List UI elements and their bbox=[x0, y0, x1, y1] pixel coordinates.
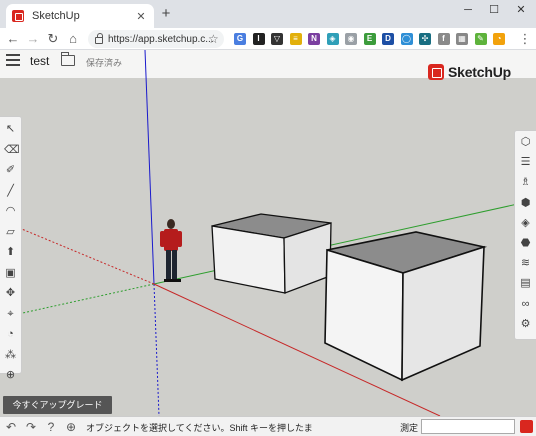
walk-tool-icon[interactable]: ⁂ bbox=[4, 349, 17, 362]
shield-ext-icon[interactable]: ◈ bbox=[326, 33, 339, 45]
upgrade-now-button[interactable]: 今すぐアップグレード bbox=[3, 396, 112, 414]
hamburger-menu-icon[interactable] bbox=[6, 54, 20, 68]
right-panel-toolbar: ⬡ ☰ ♗ ⬢ ◈ ⬣ ≋ ▤ ∞ ⚙ bbox=[514, 130, 536, 340]
small-box[interactable] bbox=[211, 213, 332, 294]
profile-avatar-icon[interactable]: ◔ bbox=[493, 33, 505, 45]
display-icon[interactable]: ∞ bbox=[519, 298, 532, 311]
facebook-ext-icon[interactable]: f bbox=[437, 33, 450, 45]
folder-icon[interactable] bbox=[60, 52, 75, 66]
browser-toolbar: ← → ↻ ⌂ https://app.sketchup.c... ☆ G I ▽ ≡… bbox=[0, 28, 536, 50]
keep-ext-icon[interactable]: ≡ bbox=[289, 33, 302, 45]
blue-axis bbox=[144, 50, 155, 285]
push-pull-tool-icon[interactable]: ⬆ bbox=[4, 246, 17, 259]
move-tool-icon[interactable]: ✥ bbox=[4, 287, 17, 300]
arc-tool-icon[interactable]: ◠ bbox=[4, 205, 17, 218]
browser-tab-bar: SketchUp ✕ + ─ ☐ ✕ bbox=[0, 0, 536, 28]
scenes-icon[interactable]: ▤ bbox=[519, 277, 532, 290]
sketchup-app: test 保存済み SketchUp ↖ ⌫ ✐ ╱ ◠ ▱ ⬆ ▣ ✥ ⌖ ◔ ⁂ ⊕ ⬡ ☰ ♗ ⬢ ◈ ⬣ ≋… bbox=[0, 50, 536, 436]
status-message: オブジェクトを選択してください。Shift キーを押したま bbox=[86, 423, 313, 433]
section-plane-tool-icon[interactable]: ⊕ bbox=[4, 369, 17, 382]
select-tool-icon[interactable]: ↖ bbox=[4, 123, 17, 136]
tab-title: SketchUp bbox=[32, 10, 80, 22]
materials-icon[interactable]: ◈ bbox=[519, 217, 532, 230]
back-button[interactable]: ← bbox=[4, 30, 22, 48]
sketchup-logo-icon bbox=[428, 64, 444, 80]
address-bar[interactable]: https://app.sketchup.c... bbox=[88, 30, 224, 48]
vpn-ext-icon[interactable]: ◯ bbox=[400, 33, 413, 45]
measurements-label: 測定 bbox=[400, 423, 419, 433]
layers-icon[interactable]: ≋ bbox=[519, 257, 532, 270]
status-bar: オブジェクトを選択してください。Shift キーを押したま 測定 ↶ ↷? ⊕ bbox=[0, 416, 536, 436]
reload-button[interactable]: ↻ bbox=[44, 30, 62, 48]
entity-info-icon[interactable]: ⬡ bbox=[519, 136, 532, 149]
sketchup-favicon-icon bbox=[12, 10, 24, 22]
browser-menu-icon[interactable]: ⋮ bbox=[516, 30, 534, 48]
tape-measure-tool-icon[interactable]: ⌖ bbox=[4, 308, 17, 321]
red-axis-negative bbox=[0, 219, 155, 285]
outliner-icon[interactable]: ☰ bbox=[519, 156, 532, 169]
saved-status: 保存済み bbox=[86, 58, 123, 68]
document-title[interactable]: test bbox=[30, 54, 49, 68]
new-tab-button[interactable]: + bbox=[157, 5, 175, 23]
sketchup-status-logo-icon bbox=[520, 420, 533, 433]
redo-icon[interactable]: ↷ bbox=[24, 420, 38, 434]
disconnect-ext-icon[interactable]: D bbox=[382, 33, 394, 45]
green-axis-negative bbox=[0, 283, 155, 319]
translate-ext-icon[interactable]: G bbox=[234, 33, 246, 45]
left-toolbar: ↖ ⌫ ✐ ╱ ◠ ▱ ⬆ ▣ ✥ ⌖ ◔ ⁂ ⊕ bbox=[0, 116, 22, 381]
evernote-ext-icon[interactable]: E bbox=[363, 33, 376, 45]
rectangle-tool-icon[interactable]: ▱ bbox=[4, 226, 17, 239]
tab-close-icon[interactable]: ✕ bbox=[134, 10, 148, 23]
globe-icon[interactable]: ⊕ bbox=[64, 420, 78, 434]
undo-icon[interactable]: ↶ bbox=[4, 420, 18, 434]
paint-bucket-tool-icon[interactable]: ✐ bbox=[4, 164, 17, 177]
bookmark-star-icon[interactable]: ☆ bbox=[208, 30, 222, 48]
instapaper-ext-icon[interactable]: I bbox=[252, 33, 265, 45]
offset-tool-icon[interactable]: ▣ bbox=[4, 267, 17, 280]
clover-ext-icon[interactable]: ✣ bbox=[419, 33, 431, 45]
3d-viewport[interactable] bbox=[0, 50, 536, 416]
help-icon[interactable]: ? bbox=[44, 420, 58, 434]
person-figure[interactable] bbox=[160, 219, 182, 282]
window-maximize-button[interactable]: ☐ bbox=[481, 0, 507, 20]
sketchup-logo-text: SketchUp bbox=[448, 64, 511, 80]
evernote-web-ext-icon[interactable]: ✎ bbox=[474, 33, 487, 45]
extension-warehouse-icon[interactable]: ⚙ bbox=[519, 318, 532, 331]
components-icon[interactable]: ⬢ bbox=[519, 197, 532, 210]
camera-ext-icon[interactable]: ◉ bbox=[345, 33, 357, 45]
measurements-input[interactable] bbox=[421, 419, 515, 434]
pocket-ext-icon[interactable]: ▽ bbox=[271, 33, 283, 45]
blue-axis-negative bbox=[153, 283, 160, 416]
line-tool-icon[interactable]: ╱ bbox=[4, 185, 17, 198]
window-close-button[interactable]: ✕ bbox=[508, 0, 534, 20]
grid-ext-icon[interactable]: ▦ bbox=[456, 33, 468, 45]
eraser-tool-icon[interactable]: ⌫ bbox=[4, 144, 20, 157]
large-box[interactable] bbox=[324, 231, 488, 382]
onenote-ext-icon[interactable]: N bbox=[308, 33, 320, 45]
url-text: https://app.sketchup.c... bbox=[108, 33, 214, 45]
browser-tab[interactable]: SketchUp ✕ bbox=[6, 4, 154, 28]
text-tool-icon[interactable]: ◔ bbox=[4, 328, 17, 341]
home-button[interactable]: ⌂ bbox=[64, 30, 82, 48]
lock-icon bbox=[95, 32, 103, 44]
sketchup-logo: SketchUp bbox=[428, 64, 511, 80]
instructor-icon[interactable]: ♗ bbox=[519, 176, 532, 189]
window-minimize-button[interactable]: ─ bbox=[455, 0, 481, 20]
forward-button[interactable]: → bbox=[24, 30, 42, 48]
styles-icon[interactable]: ⬣ bbox=[519, 237, 532, 250]
